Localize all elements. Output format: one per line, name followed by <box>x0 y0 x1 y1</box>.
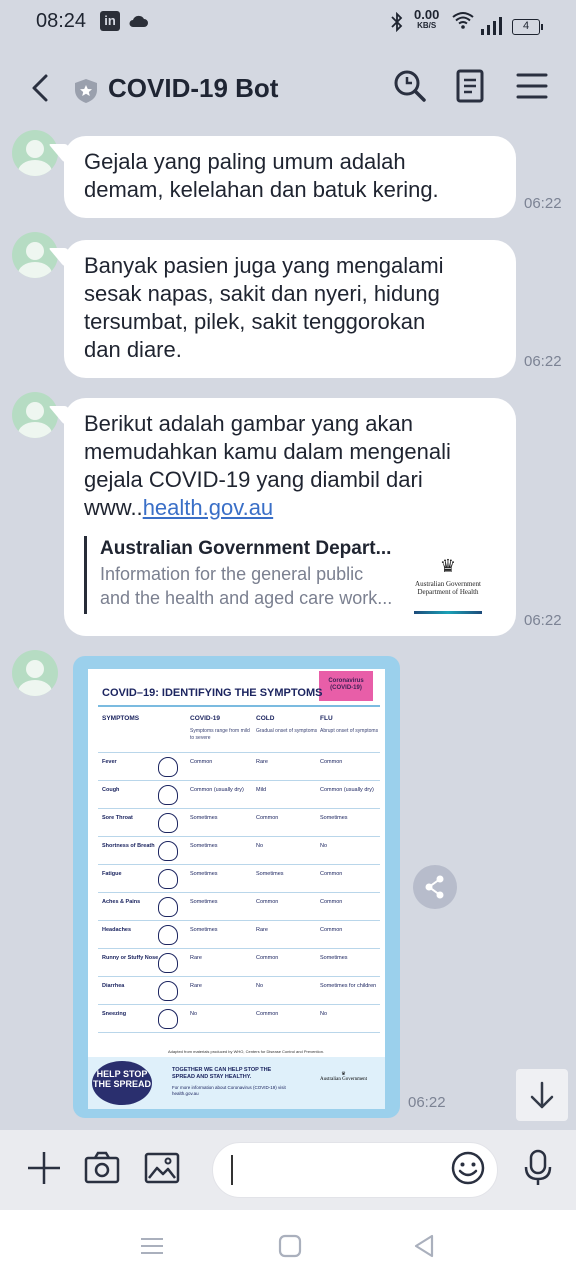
preview-description: Information for the general public and t… <box>100 564 393 608</box>
home-icon[interactable] <box>276 1232 304 1260</box>
message-input-bar <box>0 1130 576 1210</box>
poster-footer: HELP STOP THE SPREAD TOGETHER WE CAN HEL… <box>88 1057 385 1109</box>
linkedin-icon: in <box>100 11 120 31</box>
table-header: SYMPTOMS COVID-19 Symptoms range from mil… <box>98 709 380 753</box>
message-bubble[interactable]: Berikut adalah gambar yang akan memudahk… <box>64 398 516 636</box>
message-time: 06:22 <box>524 353 562 370</box>
message-text: Banyak pasien juga yang mengalami sesak … <box>84 253 444 362</box>
australian-government-logo: ♛ Australian Government Department of He… <box>414 552 482 614</box>
table-row: Sore Throat Sometimes Common Sometimes <box>98 809 380 837</box>
camera-icon[interactable] <box>82 1148 122 1188</box>
message-input[interactable] <box>231 1155 451 1185</box>
emoji-icon[interactable] <box>450 1150 490 1190</box>
wifi-icon <box>452 11 474 34</box>
table-row: Runny or Stuffy Nose Rare Common Sometimes <box>98 949 380 977</box>
table-row: Fatigue Sometimes Sometimes Common <box>98 865 380 893</box>
back-triangle-icon[interactable] <box>410 1232 438 1260</box>
chat-title: COVID-19 Bot <box>108 73 279 103</box>
bot-avatar[interactable] <box>12 650 58 696</box>
recent-apps-icon[interactable] <box>138 1232 166 1260</box>
table-row: Headaches Sometimes Rare Common <box>98 921 380 949</box>
bot-avatar[interactable] <box>12 130 58 176</box>
bluetooth-icon <box>391 11 403 37</box>
table-row: Fever Common Rare Common <box>98 753 380 781</box>
table-row: Shortness of Breath Sometimes No No <box>98 837 380 865</box>
message-time: 06:22 <box>524 195 562 212</box>
shield-icon <box>74 78 98 109</box>
link-preview-card[interactable]: Australian Government Depart... Informat… <box>84 536 496 614</box>
clock: 08:24 <box>36 10 87 32</box>
image-icon[interactable] <box>142 1148 182 1188</box>
bot-avatar[interactable] <box>12 392 58 438</box>
poster-footer-info: For more information about Coronavirus (… <box>172 1085 286 1096</box>
symptoms-poster: Coronavirus (COVID-19) COVID–19: IDENTIF… <box>88 669 385 1109</box>
message-bubble[interactable]: Gejala yang paling umum adalah demam, ke… <box>64 136 516 218</box>
message-text: Gejala yang paling umum adalah demam, ke… <box>84 149 439 202</box>
signal-icon <box>480 16 504 41</box>
message-bubble[interactable]: Banyak pasien juga yang mengalami sesak … <box>64 240 516 378</box>
plus-icon[interactable] <box>24 1148 64 1188</box>
back-arrow-icon[interactable] <box>26 68 58 108</box>
microphone-icon[interactable] <box>518 1148 558 1188</box>
stop-the-spread-logo: HELP STOP THE SPREAD <box>92 1061 152 1105</box>
battery-icon: 4 <box>512 19 543 35</box>
poster-source-note: Adapted from materials produced by WHO, … <box>168 1049 325 1054</box>
cloud-icon <box>128 14 148 33</box>
message-text: Berikut adalah gambar yang akan memudahk… <box>84 411 451 520</box>
symptoms-table: SYMPTOMS COVID-19 Symptoms range from mil… <box>98 709 380 1033</box>
scroll-down-button[interactable] <box>516 1069 568 1121</box>
poster-title: COVID–19: IDENTIFYING THE SYMPTOMS <box>102 687 323 699</box>
table-row: Aches & Pains Sometimes Common Common <box>98 893 380 921</box>
system-navigation-bar <box>0 1210 576 1280</box>
status-bar: 08:24 in 0.00 KB/S 4 <box>0 0 576 46</box>
message-time: 06:22 <box>524 612 562 629</box>
table-row: Sneezing No Common No <box>98 1005 380 1033</box>
poster-badge: Coronavirus (COVID-19) <box>319 671 373 701</box>
link-health-gov-au[interactable]: health.gov.au <box>143 495 273 520</box>
poster-footer-text: TOGETHER WE CAN HELP STOP THE SPREAD AND… <box>172 1067 272 1080</box>
table-row: Diarrhea Rare No Sometimes for children <box>98 977 380 1005</box>
chat-header: COVID-19 Bot <box>0 46 576 132</box>
preview-title: Australian Government Depart... <box>100 538 392 559</box>
share-icon[interactable] <box>413 865 457 909</box>
australian-government-logo: ♛ Australian Government <box>320 1072 368 1082</box>
search-icon[interactable] <box>392 68 428 104</box>
message-time: 06:22 <box>408 1094 446 1111</box>
table-row: Cough Common (usually dry) Mild Common (usu… <box>98 781 380 809</box>
image-message[interactable]: Coronavirus (COVID-19) COVID–19: IDENTIF… <box>73 656 400 1118</box>
menu-icon[interactable] <box>514 68 550 104</box>
bot-avatar[interactable] <box>12 232 58 278</box>
notes-icon[interactable] <box>452 68 488 104</box>
network-speed: 0.00 KB/S <box>414 7 440 30</box>
